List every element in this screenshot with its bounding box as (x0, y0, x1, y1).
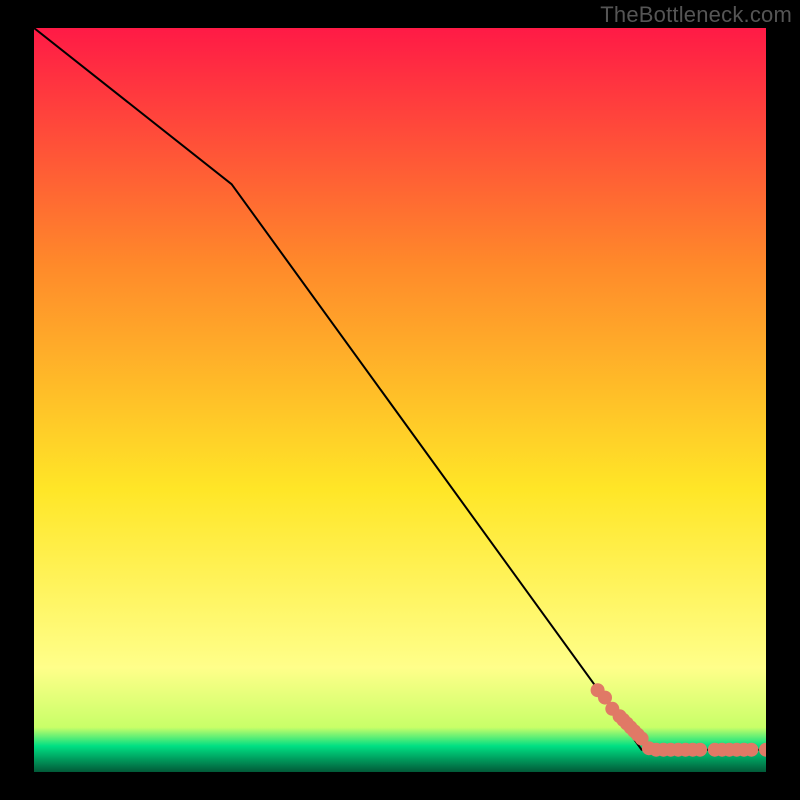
plot-area (34, 28, 766, 772)
chart-container: TheBottleneck.com (0, 0, 800, 800)
gradient-background (34, 28, 766, 772)
watermark-text: TheBottleneck.com (600, 2, 792, 28)
data-marker (693, 743, 707, 757)
data-marker (744, 743, 758, 757)
chart-svg (34, 28, 766, 772)
